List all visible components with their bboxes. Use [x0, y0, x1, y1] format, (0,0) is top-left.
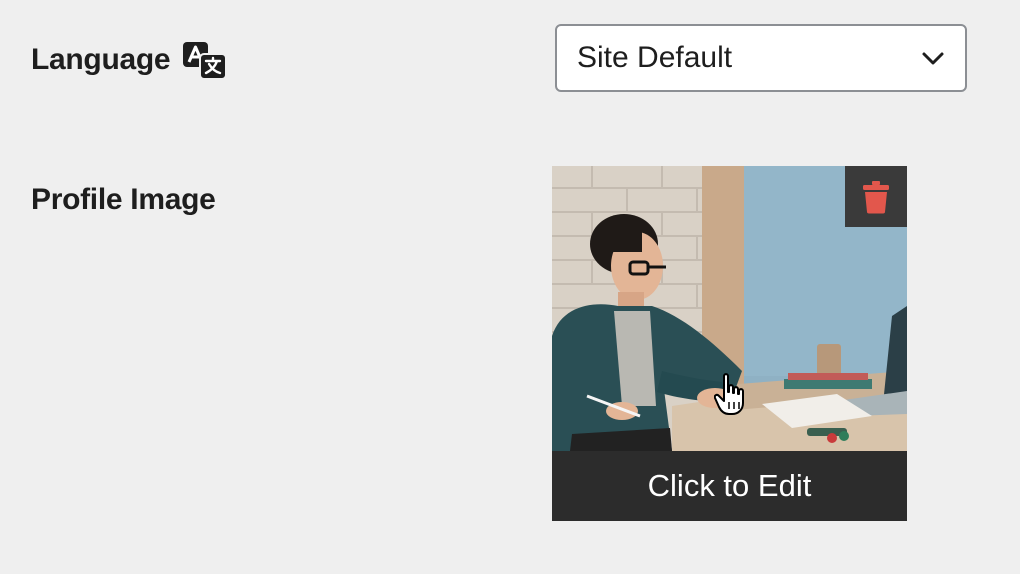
edit-image-label: Click to Edit: [647, 468, 812, 503]
edit-image-button[interactable]: Click to Edit: [552, 451, 907, 521]
delete-image-button[interactable]: [845, 166, 907, 227]
language-label-row: Language: [31, 38, 228, 82]
profile-image-label-row: Profile Image: [31, 178, 216, 222]
chevron-down-icon: [922, 52, 944, 65]
profile-settings: Language Site Default Profile Image Clic…: [0, 0, 1020, 574]
language-label: Language: [31, 43, 171, 76]
trash-icon: [863, 180, 889, 213]
profile-image-label: Profile Image: [31, 183, 216, 216]
translate-icon: [182, 40, 228, 80]
language-select-value: Site Default: [577, 41, 733, 74]
profile-image-card[interactable]: Click to Edit: [552, 166, 907, 521]
language-select[interactable]: Site Default: [555, 24, 967, 92]
